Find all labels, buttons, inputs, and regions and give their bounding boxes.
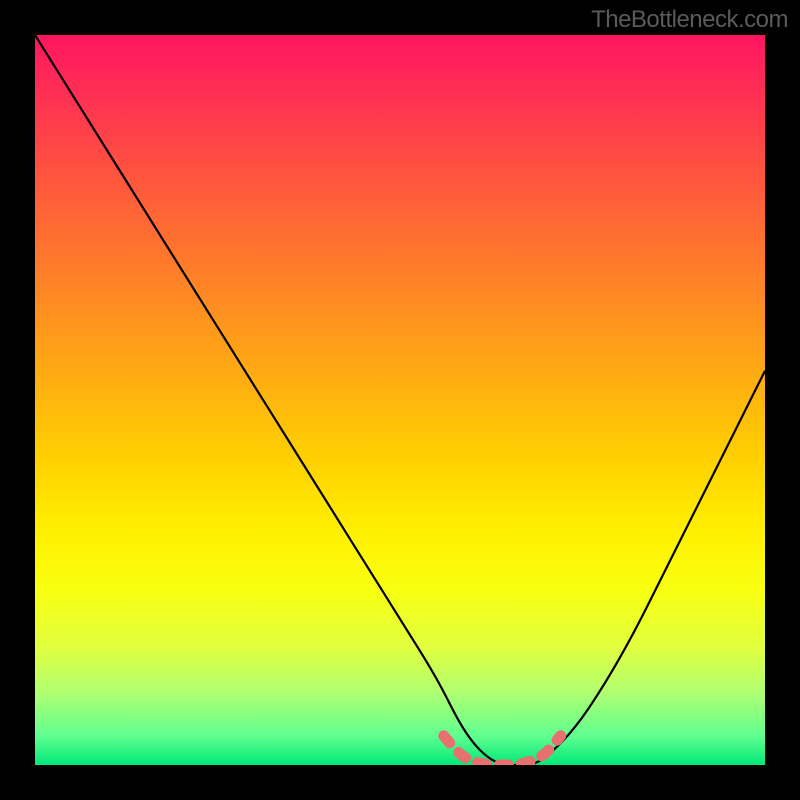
watermark-text: TheBottleneck.com: [591, 6, 788, 34]
chart-svg: [35, 35, 765, 765]
bottleneck-curve-path: [35, 35, 765, 765]
chart-plot-area: [35, 35, 765, 765]
optimal-zone-marker-path: [444, 736, 561, 765]
